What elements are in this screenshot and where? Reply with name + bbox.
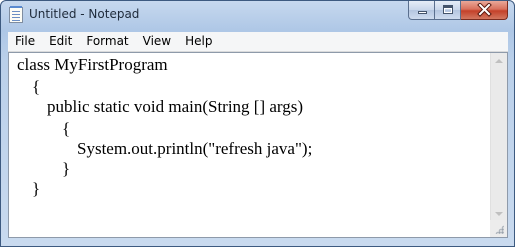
- title-bar[interactable]: Untitled - Notepad: [1, 1, 514, 31]
- editor-text-area[interactable]: class MyFirstProgram { public static voi…: [9, 53, 489, 229]
- close-button[interactable]: [461, 1, 508, 20]
- scroll-down-arrow-icon[interactable]: [495, 212, 503, 216]
- code-line: System.out.println("refresh java");: [77, 139, 313, 158]
- code-line: {: [32, 77, 41, 96]
- vertical-scrollbar[interactable]: [490, 53, 507, 222]
- notepad-icon[interactable]: [9, 6, 23, 23]
- menu-help[interactable]: Help: [178, 32, 219, 51]
- caption-buttons: [408, 1, 508, 21]
- close-icon: [477, 3, 492, 17]
- code-line: class MyFirstProgram: [17, 55, 168, 74]
- maximize-button[interactable]: [435, 1, 461, 20]
- code-line: public static void main(String [] args): [47, 97, 304, 116]
- menu-bar: File Edit Format View Help: [8, 32, 508, 52]
- menu-file[interactable]: File: [8, 32, 42, 51]
- scroll-up-arrow-icon[interactable]: [495, 59, 503, 63]
- minimize-icon: [418, 11, 427, 14]
- menu-edit[interactable]: Edit: [42, 32, 79, 51]
- code-line: }: [62, 159, 71, 178]
- code-line: {: [62, 119, 71, 138]
- maximize-icon: [443, 5, 453, 14]
- notepad-window: Untitled - Notepad File Edit Format View…: [0, 0, 515, 247]
- window-title: Untitled - Notepad: [29, 7, 140, 21]
- size-grip-icon[interactable]: [490, 220, 507, 237]
- minimize-button[interactable]: [408, 1, 435, 20]
- menu-format[interactable]: Format: [79, 32, 135, 51]
- text-editor[interactable]: class MyFirstProgram { public static voi…: [8, 52, 508, 238]
- menu-view[interactable]: View: [136, 32, 178, 51]
- code-line: }: [32, 179, 41, 198]
